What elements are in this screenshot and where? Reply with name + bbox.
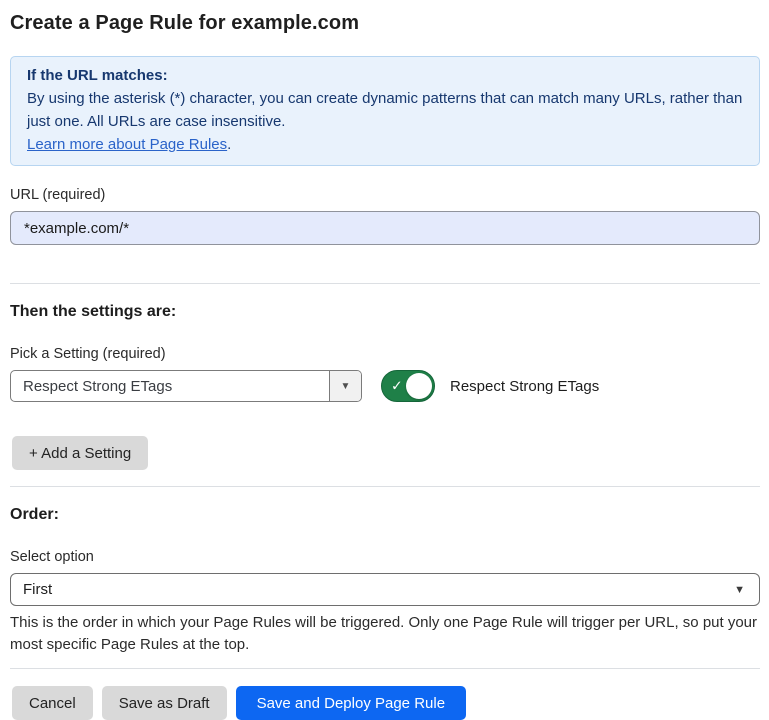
check-icon: ✓ [391, 379, 403, 393]
learn-more-link[interactable]: Learn more about Page Rules [27, 136, 227, 153]
setting-select[interactable]: Respect Strong ETags ▼ [10, 370, 362, 402]
order-help-text: This is the order in which your Page Rul… [10, 612, 760, 656]
deploy-button[interactable]: Save and Deploy Page Rule [236, 686, 466, 720]
etags-toggle[interactable]: ✓ [381, 370, 435, 402]
info-box-body: By using the asterisk (*) character, you… [27, 87, 743, 133]
section-divider [10, 283, 760, 284]
save-draft-button[interactable]: Save as Draft [102, 686, 227, 720]
select-option-label: Select option [10, 549, 760, 565]
setting-select-value: Respect Strong ETags [11, 371, 329, 401]
setting-row: Respect Strong ETags ▼ ✓ Respect Strong … [10, 370, 760, 402]
section-divider [10, 486, 760, 487]
footer-actions: Cancel Save as Draft Save and Deploy Pag… [12, 686, 760, 720]
info-box-link-line: Learn more about Page Rules. [27, 133, 743, 156]
chevron-down-icon[interactable]: ▼ [329, 371, 361, 401]
link-period: . [227, 136, 231, 153]
footer-divider [10, 668, 760, 669]
toggle-knob[interactable] [406, 373, 432, 399]
order-heading: Order: [10, 506, 760, 524]
info-box-heading: If the URL matches: [27, 64, 743, 87]
page-rule-form: Create a Page Rule for example.com If th… [0, 0, 769, 720]
order-select[interactable]: First ▼ [10, 573, 760, 606]
url-label: URL (required) [10, 187, 760, 203]
url-input[interactable] [10, 211, 760, 245]
page-title: Create a Page Rule for example.com [10, 12, 760, 35]
settings-heading: Then the settings are: [10, 303, 760, 321]
add-setting-button[interactable]: + Add a Setting [12, 436, 148, 470]
pick-setting-label: Pick a Setting (required) [10, 346, 760, 362]
order-select-value: First [11, 581, 52, 598]
caret-down-icon: ▼ [734, 584, 745, 596]
toggle-label: Respect Strong ETags [450, 378, 599, 395]
url-matches-info-box: If the URL matches: By using the asteris… [10, 56, 760, 166]
cancel-button[interactable]: Cancel [12, 686, 93, 720]
